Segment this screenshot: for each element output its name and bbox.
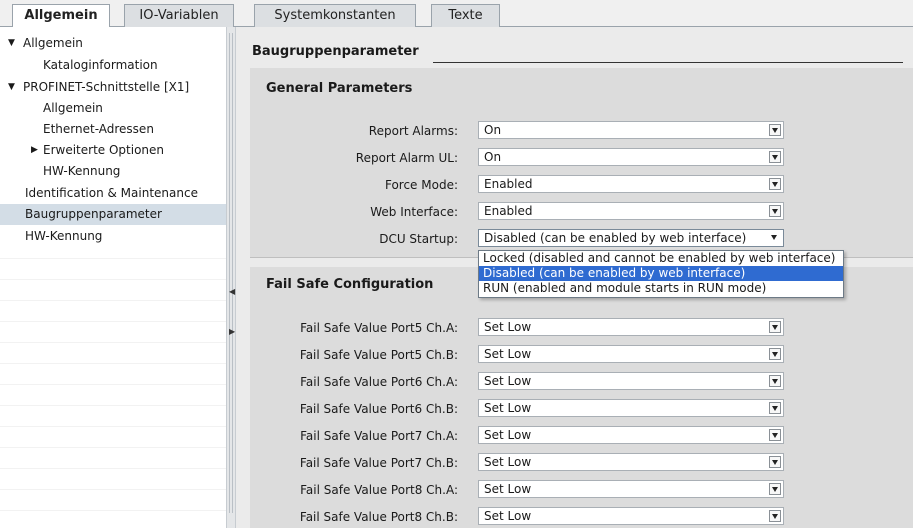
select-value: Set Low [484,401,532,415]
nav-item-label: Kataloginformation [43,58,158,72]
dropdown-arrow-icon[interactable] [769,375,781,387]
report-alarm-ul-select[interactable]: On [478,148,784,166]
dropdown-arrow-icon[interactable] [769,205,781,217]
navigation-tree: ▼ Allgemein Kataloginformation ▼ PROFINE… [0,27,226,528]
dcu-startup-select[interactable]: Disabled (can be enabled by web interfac… [478,229,784,247]
collapse-left-icon[interactable]: ◀ [229,287,235,297]
report-alarms-label: Report Alarms: [368,124,458,138]
fail-safe-port6-cha-label: Fail Safe Value Port6 Ch.A: [300,375,458,389]
select-value: Enabled [484,177,533,191]
nav-item-label: HW-Kennung [25,229,103,243]
fail-safe-port6-chb-select[interactable]: Set Low [478,399,784,417]
tab-bar: Allgemein IO-Variablen Systemkonstanten … [0,0,913,28]
web-interface-select[interactable]: Enabled [478,202,784,220]
section-title: Baugruppenparameter [252,44,419,59]
fail-safe-port8-cha-label: Fail Safe Value Port8 Ch.A: [300,483,458,497]
fail-safe-port8-chb-select[interactable]: Set Low [478,507,784,525]
fail-safe-port7-chb-select[interactable]: Set Low [478,453,784,471]
tab-allgemein[interactable]: Allgemein [12,4,110,28]
dropdown-arrow-icon[interactable] [769,429,781,441]
dropdown-arrow-icon[interactable] [769,178,781,190]
dropdown-arrow-icon[interactable] [769,483,781,495]
fail-safe-port7-chb-label: Fail Safe Value Port7 Ch.B: [299,456,458,470]
tab-io-variablen[interactable]: IO-Variablen [124,4,234,27]
option-disabled[interactable]: Disabled (can be enabled by web interfac… [479,266,843,281]
select-value: Set Low [484,347,532,361]
fail-safe-port5-cha-label: Fail Safe Value Port5 Ch.A: [300,321,458,335]
section-title-underline [433,62,903,63]
nav-item-profinet-schnittstelle[interactable]: ▼ PROFINET-Schnittstelle [X1] [0,77,226,98]
dropdown-arrow-icon[interactable] [769,456,781,468]
select-value: Set Low [484,374,532,388]
dropdown-arrow-icon[interactable] [769,402,781,414]
force-mode-select[interactable]: Enabled [478,175,784,193]
fail-safe-port6-chb-label: Fail Safe Value Port6 Ch.B: [299,402,458,416]
tab-systemkonstanten[interactable]: Systemkonstanten [254,4,416,27]
fail-safe-port5-chb-label: Fail Safe Value Port5 Ch.B: [299,348,458,362]
fail-safe-port5-cha-select[interactable]: Set Low [478,318,784,336]
web-interface-label: Web Interface: [370,205,458,219]
nav-item-baugruppenparameter[interactable]: Baugruppenparameter [0,204,226,225]
select-value: On [484,123,502,137]
panel-splitter[interactable]: ◀ ▶ [226,27,236,528]
select-value: Set Low [484,428,532,442]
fail-safe-port7-cha-select[interactable]: Set Low [478,426,784,444]
select-value: Enabled [484,204,533,218]
expand-arrow-icon[interactable]: ▼ [8,77,15,98]
expand-right-icon[interactable]: ▶ [229,327,235,337]
nav-item-hw-kennung[interactable]: HW-Kennung [0,226,226,247]
nav-item-label: HW-Kennung [43,164,121,178]
nav-item-label: Ethernet-Adressen [43,122,154,136]
dropdown-arrow-icon[interactable] [769,348,781,360]
select-value: Set Low [484,455,532,469]
select-value: Disabled (can be enabled by web interfac… [484,231,747,245]
fail-safe-port5-chb-select[interactable]: Set Low [478,345,784,363]
dropdown-arrow-icon[interactable] [769,151,781,163]
nav-item-label: PROFINET-Schnittstelle [X1] [23,80,190,94]
force-mode-label: Force Mode: [384,178,458,192]
select-value: On [484,150,502,164]
select-value: Set Low [484,320,532,334]
nav-item-erweiterte-optionen[interactable]: ▶ Erweiterte Optionen [0,140,226,161]
fail-safe-port8-cha-select[interactable]: Set Low [478,480,784,498]
nav-item-label: Allgemein [23,36,83,50]
nav-item-allgemein[interactable]: ▼ Allgemein [0,33,226,54]
dropdown-arrow-icon[interactable] [769,321,781,333]
nav-item-identification-maintenance[interactable]: Identification & Maintenance [0,183,226,204]
general-parameters-title: General Parameters [266,81,413,96]
nav-item-profinet-allgemein[interactable]: Allgemein [0,98,226,119]
nav-item-label: Baugruppenparameter [25,207,162,221]
nav-item-ethernet-adressen[interactable]: Ethernet-Adressen [0,119,226,140]
nav-item-hw-kennung-profinet[interactable]: HW-Kennung [0,161,226,182]
fail-safe-port7-cha-label: Fail Safe Value Port7 Ch.A: [300,429,458,443]
dropdown-arrow-icon[interactable] [769,124,781,136]
nav-item-label: Erweiterte Optionen [43,143,165,157]
expand-arrow-icon[interactable]: ▼ [8,33,15,54]
dcu-startup-label: DCU Startup: [379,232,458,246]
dcu-startup-options-list: Locked (disabled and cannot be enabled b… [478,250,844,298]
fail-safe-port6-cha-select[interactable]: Set Low [478,372,784,390]
select-value: Set Low [484,509,532,523]
fail-safe-title: Fail Safe Configuration [266,277,434,292]
tab-texte[interactable]: Texte [431,4,500,27]
fail-safe-port8-chb-label: Fail Safe Value Port8 Ch.B: [299,510,458,524]
dropdown-arrow-icon[interactable] [769,510,781,522]
select-value: Set Low [484,482,532,496]
nav-item-kataloginformation[interactable]: Kataloginformation [0,55,226,76]
collapse-arrow-icon[interactable]: ▶ [31,140,38,161]
option-run[interactable]: RUN (enabled and module starts in RUN mo… [479,281,843,296]
splitter-bar[interactable] [229,33,233,513]
nav-item-label: Identification & Maintenance [25,186,198,200]
dropdown-arrow-icon[interactable] [769,232,781,244]
report-alarms-select[interactable]: On [478,121,784,139]
option-locked[interactable]: Locked (disabled and cannot be enabled b… [479,251,843,266]
nav-item-label: Allgemein [43,101,103,115]
report-alarm-ul-label: Report Alarm UL: [355,151,458,165]
